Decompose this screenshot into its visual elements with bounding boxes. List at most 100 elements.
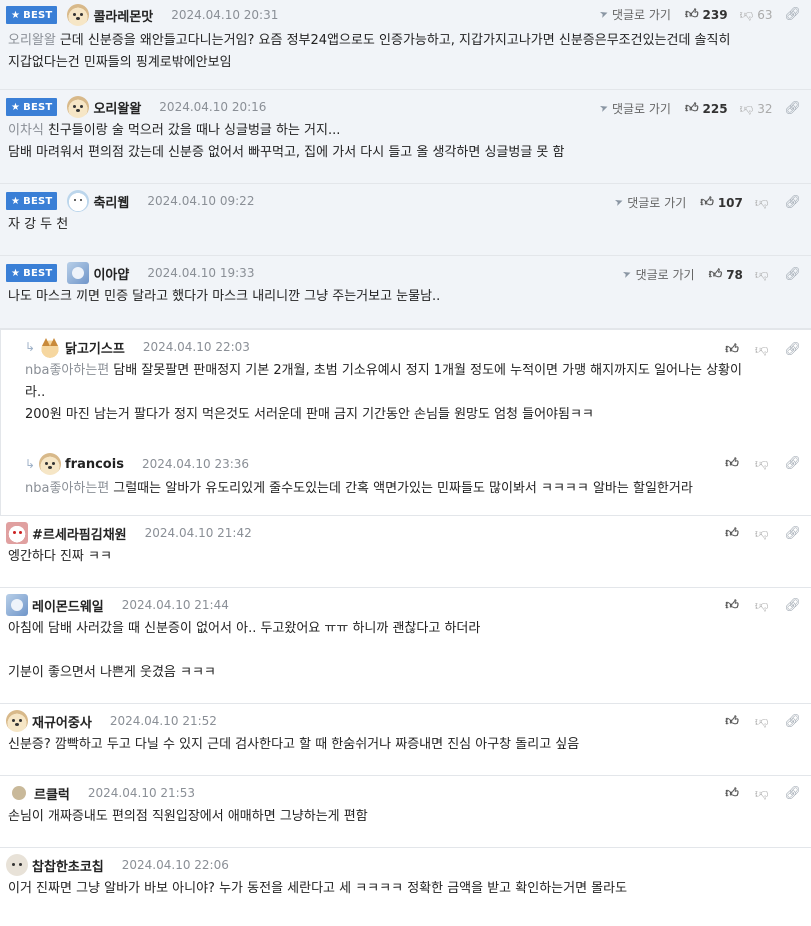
reply-button[interactable]: ➤ 댓글로 가기 — [598, 6, 671, 23]
thumbs-up-icon: 👍︎ — [700, 195, 714, 210]
thumbs-down-icon: 👍︎ — [739, 101, 754, 116]
comment-date: 2024.04.10 21:44 — [121, 598, 229, 612]
avatar[interactable] — [67, 96, 90, 118]
comment-actions: 👍︎ 👍︎ 🔗︎ — [725, 456, 801, 471]
comment-date: 2024.04.10 23:36 — [141, 457, 250, 471]
nickname[interactable]: 르클럭 — [34, 784, 70, 803]
avatar[interactable] — [39, 336, 61, 358]
nickname[interactable]: 콜라레몬맛 — [93, 6, 153, 25]
star-icon: ★ — [11, 267, 21, 279]
upvote-button[interactable]: 👍︎ 225 — [685, 101, 728, 116]
thumbs-up-icon: 👍︎ — [684, 101, 699, 116]
upvote-button[interactable]: 👍︎ — [725, 714, 743, 729]
avatar[interactable] — [6, 710, 28, 732]
nickname[interactable]: 닭고기스프 — [65, 338, 125, 357]
thumbs-up-icon: 👍︎ — [725, 714, 739, 729]
link-icon[interactable]: 🔗︎ — [784, 267, 801, 282]
comment-body: 이차식 친구들이랑 술 먹으러 갔을 때나 싱글벙글 하는 거지... 담배 마려… — [8, 123, 565, 160]
upvote-button[interactable]: 👍︎ — [725, 526, 743, 541]
link-icon[interactable]: 🔗︎ — [784, 526, 801, 541]
comment-body: 자 강 두 천 — [8, 217, 69, 232]
downvote-button[interactable]: 👍︎ — [755, 195, 773, 210]
comment-header: 레이몬드웨일 2024.04.10 21:44 — [0, 588, 811, 616]
comment-actions: 👍︎ 👍︎ 🔗︎ — [725, 598, 801, 613]
best-badge: ★ BEST — [6, 192, 58, 210]
comment-actions: ➤ 댓글로 가기 👍︎ 78 👍︎ 🔗︎ — [622, 266, 801, 283]
avatar[interactable] — [39, 453, 61, 475]
comment-actions: 👍︎ 👍︎ 🔗︎ — [725, 714, 801, 729]
downvote-button[interactable]: 👍︎ — [755, 526, 773, 541]
nickname[interactable]: francois — [65, 457, 124, 472]
avatar[interactable] — [67, 190, 90, 212]
downvote-button[interactable]: 👍︎ — [755, 714, 773, 729]
mention[interactable]: nba좋아하는편 — [25, 481, 109, 496]
comment-item: 르클럭 2024.04.10 21:53 👍︎ 👍︎ 🔗︎ 손님이 개짜증내도 … — [0, 776, 811, 848]
avatar[interactable] — [6, 522, 28, 544]
avatar[interactable] — [6, 854, 28, 876]
avatar[interactable] — [67, 262, 90, 284]
comment-header: 찹찹한초코칩 2024.04.10 22:06 — [0, 848, 811, 876]
reply-button[interactable]: ➤ 댓글로 가기 — [622, 266, 695, 283]
link-icon[interactable]: 🔗︎ — [784, 195, 801, 210]
nickname[interactable]: 레이몬드웨일 — [32, 596, 104, 615]
thumbs-up-icon: 👍︎ — [725, 456, 739, 471]
comment-item: 재규어중사 2024.04.10 21:52 👍︎ 👍︎ 🔗︎ 신분증? 깜빡하… — [0, 704, 811, 776]
link-icon[interactable]: 🔗︎ — [784, 786, 801, 801]
link-icon[interactable]: 🔗︎ — [784, 714, 801, 729]
nickname[interactable]: 찹찹한초코칩 — [32, 856, 104, 875]
nickname[interactable]: 축리웹 — [93, 192, 129, 211]
link-icon[interactable]: 🔗︎ — [784, 342, 801, 357]
downvote-button[interactable]: 👍︎ — [755, 342, 773, 357]
comment-body: 엥간하다 진짜 ㅋㅋ — [8, 549, 112, 564]
upvote-button[interactable]: 👍︎ — [725, 456, 743, 471]
nickname[interactable]: 재규어중사 — [32, 712, 92, 731]
thumbs-up-icon: 👍︎ — [725, 526, 739, 541]
comment-date: 2024.04.10 21:52 — [109, 714, 217, 728]
comment-item: ↳ 닭고기스프 2024.04.10 22:03 👍︎ 👍︎ 🔗︎ nba좋아하… — [0, 330, 811, 448]
thumbs-down-icon: 👍︎ — [754, 456, 769, 471]
mention[interactable]: 이차식 — [8, 123, 44, 138]
avatar[interactable] — [12, 786, 26, 800]
downvote-button[interactable]: 👍︎ — [755, 598, 773, 613]
avatar[interactable] — [6, 594, 28, 616]
reply-button[interactable]: ➤ 댓글로 가기 — [613, 194, 686, 211]
comment-date: 2024.04.10 20:16 — [159, 100, 267, 114]
downvote-button[interactable]: 👍︎ 32 — [740, 101, 773, 116]
comment-date: 2024.04.10 22:06 — [121, 858, 229, 872]
comment-actions: ➤ 댓글로 가기 👍︎ 107 👍︎ 🔗︎ — [613, 194, 801, 211]
nickname[interactable]: 오리왈왈 — [93, 98, 141, 117]
upvote-button[interactable]: 👍︎ — [725, 786, 743, 801]
star-icon: ★ — [11, 9, 21, 21]
link-icon[interactable]: 🔗︎ — [784, 7, 801, 22]
comment-body: 오리왈왈 근데 신분증을 왜안들고다니는거임? 요즘 정부24앱으로도 인증가능하… — [8, 33, 731, 70]
nickname[interactable]: 이아얍 — [93, 264, 129, 283]
upvote-button[interactable]: 👍︎ — [725, 342, 743, 357]
upvote-button[interactable]: 👍︎ 239 — [685, 7, 728, 22]
comment-header: 재규어중사 2024.04.10 21:52 — [0, 704, 811, 732]
nickname[interactable]: #르세라핌김채원 — [32, 524, 127, 543]
comment-body: nba좋아하는편 담배 잘못팔면 판매정지 기본 2개월, 초범 기소유예시 정지… — [25, 363, 742, 422]
comment-body: 아침에 담배 사러갔을 때 신분증이 없어서 아.. 두고왔어요 ㅠㅠ 하니까 … — [8, 621, 481, 680]
comment-date: 2024.04.10 20:31 — [171, 8, 279, 22]
comment-item: ★ BEST 오리왈왈 2024.04.10 20:16 ➤ 댓글로 가기 👍︎ 22… — [0, 90, 811, 184]
comment-list: ★ BEST 콜라레몬맛 2024.04.10 20:31 ➤ 댓글로 가기 👍︎ 2… — [0, 0, 811, 922]
downvote-button[interactable]: 👍︎ — [755, 786, 773, 801]
avatar[interactable] — [67, 4, 90, 26]
upvote-button[interactable]: 👍︎ — [725, 598, 743, 613]
comment-actions: 👍︎ 👍︎ 🔗︎ — [725, 786, 801, 801]
upvote-button[interactable]: 👍︎ 78 — [709, 267, 743, 282]
downvote-button[interactable]: 👍︎ — [755, 456, 773, 471]
comment-body: nba좋아하는편 그럴때는 알바가 유도리있게 줄수도있는데 간혹 액면가있는 민… — [25, 481, 693, 496]
downvote-button[interactable]: 👍︎ — [755, 267, 773, 282]
downvote-button[interactable]: 👍︎ 63 — [740, 7, 773, 22]
mention[interactable]: nba좋아하는편 — [25, 363, 109, 378]
link-icon[interactable]: 🔗︎ — [784, 598, 801, 613]
reply-button[interactable]: ➤ 댓글로 가기 — [598, 100, 671, 117]
reply-arrow-icon: ↳ — [25, 340, 36, 354]
comment-body: 나도 마스크 끼면 민증 달라고 했다가 마스크 내리니깐 그냥 주는거보고 눈… — [8, 289, 441, 304]
mention[interactable]: 오리왈왈 — [8, 33, 56, 48]
thumbs-up-icon: 👍︎ — [684, 7, 699, 22]
link-icon[interactable]: 🔗︎ — [784, 101, 801, 116]
link-icon[interactable]: 🔗︎ — [784, 456, 801, 471]
upvote-button[interactable]: 👍︎ 107 — [700, 195, 743, 210]
